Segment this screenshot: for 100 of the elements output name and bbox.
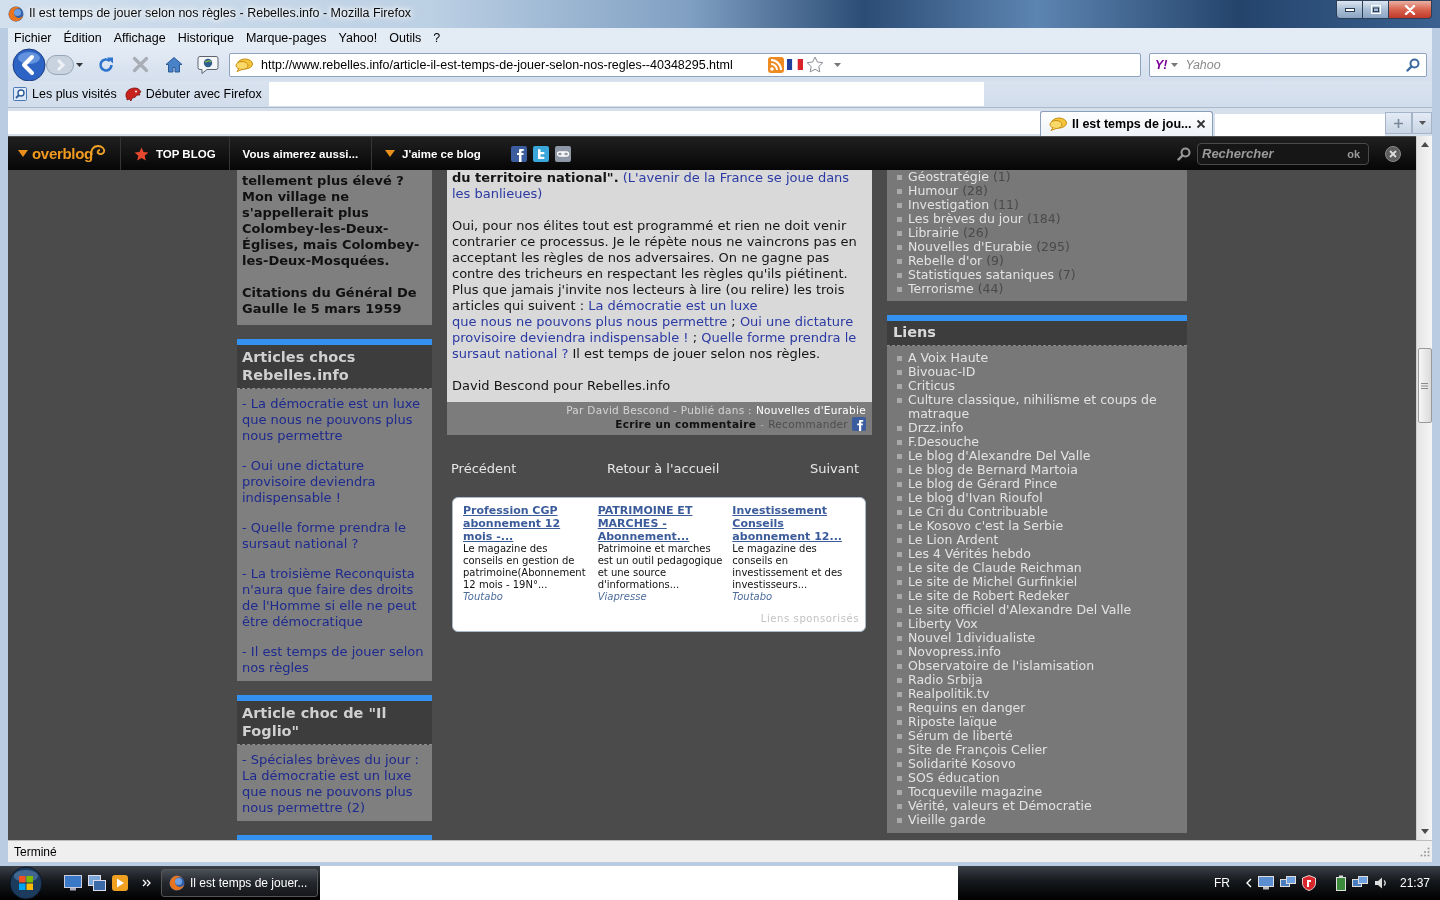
nav-link[interactable]: Retour à l'accueil	[607, 461, 720, 477]
category-link[interactable]: Investigation	[908, 198, 990, 212]
category-link[interactable]: Nouvelles d'Eurabie	[908, 240, 1033, 254]
ad-source-link[interactable]: Toutabo	[463, 591, 590, 603]
address-bar[interactable]: http://www.rebelles.info/article-il-est-temps-de-jouer-selon-nos-regles--40348295.html	[229, 52, 1141, 77]
facebook-icon[interactable]	[852, 417, 866, 431]
article-link[interactable]: les banlieues)	[452, 186, 543, 201]
shield-icon[interactable]	[1301, 875, 1316, 891]
search-icon[interactable]	[1177, 146, 1191, 161]
article-link[interactable]: - Quelle forme prendra le sursaut national ?	[242, 520, 427, 552]
link-item[interactable]: Le site de Claude Reichman	[908, 561, 1082, 575]
comment-link[interactable]: Ecrire un commentaire	[615, 417, 757, 431]
battery-icon[interactable]	[1335, 875, 1346, 891]
article-link[interactable]: - Oui une dictature provisoire deviendra indispensable !	[242, 458, 427, 506]
caret-icon[interactable]	[76, 62, 83, 67]
menu-item[interactable]: Affichage	[107, 31, 172, 45]
toolbar-link[interactable]: Vous aimerez aussi...	[242, 147, 359, 160]
network-icon[interactable]	[1351, 876, 1368, 890]
scrollbar-thumb[interactable]	[1417, 348, 1432, 423]
caret-icon[interactable]	[834, 62, 841, 67]
ad-title-link[interactable]: Investissement Conseils abonnement 12...	[732, 504, 859, 543]
link-item[interactable]: Requins en danger	[908, 701, 1026, 715]
link-item[interactable]: Le Kosovo c'est la Serbie	[908, 519, 1064, 533]
link-item[interactable]: Observatoire de l'islamisation	[908, 659, 1095, 673]
category-link[interactable]: Rebelle d'or	[908, 254, 983, 268]
category-link[interactable]: Les brèves du jour	[908, 212, 1023, 226]
bookmark-item[interactable]: Les plus visités	[12, 86, 117, 102]
link-item[interactable]: A Voix Haute	[908, 351, 989, 365]
toolbar-link[interactable]: J'aime ce blog	[385, 147, 481, 160]
link-item[interactable]: Tocqueville magazine	[908, 785, 1043, 799]
link-item[interactable]: Criticus	[908, 379, 956, 393]
article-link[interactable]: (L'avenir de la France se joue dans	[622, 170, 850, 185]
search-icon[interactable]	[1406, 57, 1420, 72]
category-link[interactable]: Nouvelles d'Eurabie	[755, 404, 866, 417]
category-link[interactable]: Humour	[908, 184, 959, 198]
article-link[interactable]: que nous ne pouvons plus nous permettre	[452, 314, 728, 329]
article-link[interactable]: Quelle forme prendra le	[701, 330, 857, 345]
scroll-down-icon[interactable]	[1420, 829, 1429, 834]
link-item[interactable]: Site de François Celier	[908, 743, 1048, 757]
link-item[interactable]: Culture classique, nihilisme et coups de matraque	[908, 393, 1181, 421]
play-icon[interactable]	[112, 875, 128, 891]
chevron-left-icon[interactable]	[1245, 878, 1252, 888]
link-item[interactable]: Le blog de Gérard Pince	[908, 477, 1058, 491]
new-tab-button[interactable]	[1385, 112, 1412, 134]
nav-link[interactable]: Suivant	[809, 461, 859, 477]
ok-button[interactable]: ok	[1343, 147, 1364, 160]
network-icon[interactable]	[1279, 876, 1296, 890]
article-link[interactable]: La démocratie est un luxe	[588, 298, 758, 313]
link-item[interactable]: Le site officiel d'Alexandre Del Valle	[908, 603, 1132, 617]
speech-bubble-icon[interactable]	[197, 54, 219, 75]
computer-icon[interactable]	[1257, 876, 1274, 890]
link-item[interactable]: Vérité, valeurs et Démocratie	[908, 799, 1092, 813]
link-item[interactable]: Riposte laïque	[908, 715, 997, 729]
link-item[interactable]: F.Desouche	[908, 435, 980, 449]
menu-item[interactable]: Fichier	[8, 31, 58, 45]
close-button[interactable]	[1389, 0, 1432, 19]
search-engine-logo[interactable]: Y!	[1155, 57, 1168, 72]
link-item[interactable]: Sérum de liberté	[908, 729, 1013, 743]
link-item[interactable]: Le blog d'Ivan Rioufol	[908, 491, 1043, 505]
menu-item[interactable]: Marque-pages	[239, 31, 333, 45]
tab[interactable]: Il est temps de jou...	[1040, 111, 1213, 136]
back-icon[interactable]	[12, 47, 46, 82]
taskbar-button[interactable]: Il est temps de jouer...	[161, 869, 318, 897]
close-icon[interactable]	[1385, 145, 1401, 162]
link-item[interactable]: Les 4 Vérités hebdo	[908, 547, 1031, 561]
link-item[interactable]: Le blog de Bernard Martoia	[908, 463, 1078, 477]
link-item[interactable]: Bivouac-ID	[908, 365, 976, 379]
link-item[interactable]: Drzz.info	[908, 421, 964, 435]
category-link[interactable]: Géostratégie	[908, 170, 989, 184]
link-icon[interactable]	[554, 145, 571, 162]
bookmark-item[interactable]: Débuter avec Firefox	[123, 86, 262, 102]
link-item[interactable]: SOS éducation	[908, 771, 1000, 785]
link-item[interactable]: Le site de Michel Gurfinkiel	[908, 575, 1078, 589]
search-field[interactable]: Rechercher ok	[1197, 142, 1369, 165]
chevron-icon[interactable]	[142, 879, 151, 887]
toolbar-link[interactable]: TOP BLOG	[133, 146, 216, 161]
link-item[interactable]: Le site de Robert Redeker	[908, 589, 1070, 603]
reload-icon[interactable]	[97, 55, 115, 74]
facebook-icon[interactable]	[510, 145, 527, 162]
article-link[interactable]: - La démocratie est un luxe que nous ne pouvons plus nous permettre	[242, 396, 427, 444]
menu-item[interactable]: Édition	[57, 31, 108, 45]
home-icon[interactable]	[165, 56, 183, 73]
scroll-up-icon[interactable]	[1420, 142, 1429, 147]
maximize-button[interactable]	[1363, 0, 1389, 19]
menu-item[interactable]: Yahoo!	[332, 31, 384, 45]
article-link[interactable]: - La troisième Reconquista n'aura que faire des droits de l'Homme si elle ne peut être démocratique	[242, 566, 427, 630]
article-link[interactable]: Oui une dictature	[739, 314, 854, 329]
caret-icon[interactable]	[18, 150, 28, 157]
category-link[interactable]: Statistiques sataniques	[908, 268, 1054, 282]
link-item[interactable]: Radio Srbija	[908, 673, 983, 687]
ad-title-link[interactable]: Profession CGP abonnement 12 mois -...	[463, 504, 590, 543]
monitor-icon[interactable]	[64, 875, 82, 891]
menu-item[interactable]: ?	[427, 31, 447, 45]
flag-icon[interactable]	[787, 59, 803, 70]
nav-link[interactable]: Précédent	[451, 461, 517, 477]
search-field[interactable]: Y! Yahoo	[1149, 52, 1427, 77]
caret-icon[interactable]	[1170, 62, 1178, 67]
category-link[interactable]: Terrorisme	[908, 282, 974, 296]
link-item[interactable]: Liberty Vox	[908, 617, 978, 631]
windows-stack-icon[interactable]	[88, 875, 106, 891]
